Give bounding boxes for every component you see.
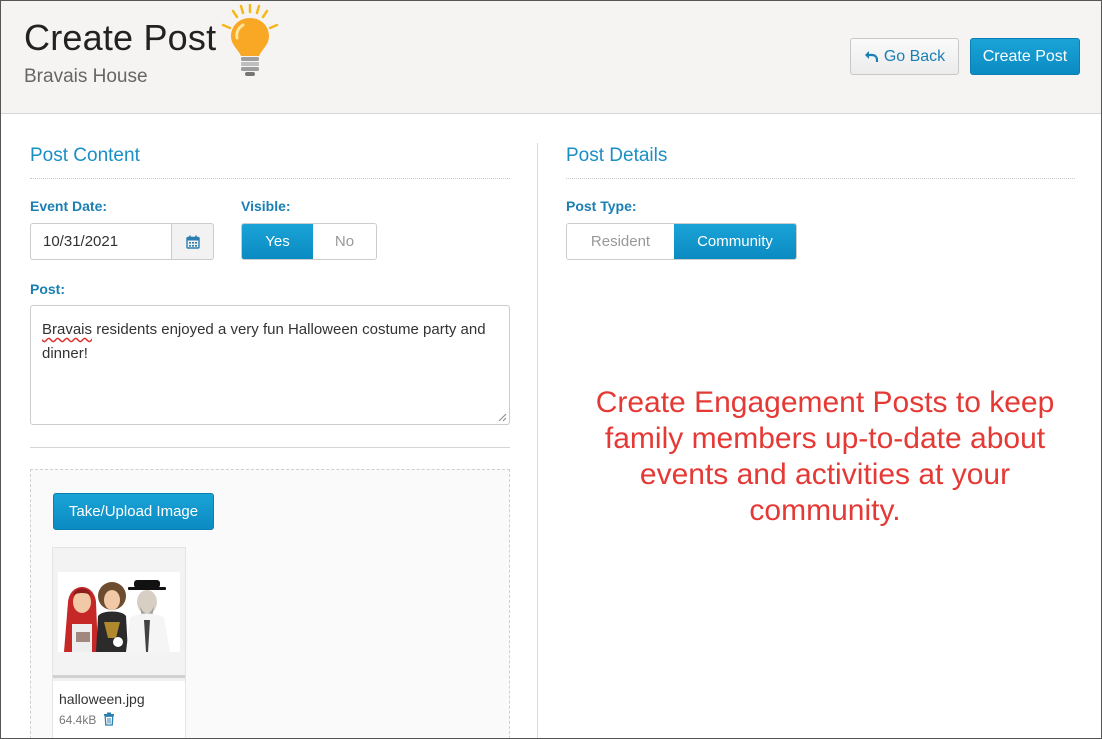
callout-annotation: Create Engagement Posts to keep family m… — [595, 386, 1055, 527]
file-name: halloween.jpg — [59, 691, 145, 707]
resize-grip-icon[interactable] — [498, 413, 507, 422]
visible-toggle: Yes No — [241, 223, 377, 260]
trash-icon[interactable] — [103, 712, 115, 726]
event-date-value: 10/31/2021 — [43, 233, 119, 250]
calendar-button[interactable] — [171, 223, 214, 260]
create-post-label: Create Post — [982, 47, 1068, 65]
post-type-resident-option[interactable]: Resident — [567, 224, 674, 259]
lightbulb-icon — [221, 3, 279, 76]
page-subtitle: Bravais House — [24, 66, 148, 87]
section-divider — [566, 178, 1075, 179]
post-type-toggle: Resident Community — [566, 223, 797, 260]
app-frame: Create Post Bravais House Go Back Create… — [0, 0, 1102, 739]
visible-label: Visible: — [241, 198, 291, 214]
post-details-title: Post Details — [566, 145, 668, 166]
event-date-label: Event Date: — [30, 198, 108, 214]
post-content-title: Post Content — [30, 145, 140, 166]
image-thumbnail-card: halloween.jpg 64.4kB — [52, 547, 186, 738]
post-type-label: Post Type: — [566, 198, 637, 214]
file-size: 64.4kB — [59, 713, 97, 727]
page-header: Create Post Bravais House Go Back Create… — [1, 1, 1101, 114]
create-post-button[interactable]: Create Post — [970, 38, 1080, 75]
post-type-community-option[interactable]: Community — [674, 224, 796, 259]
page-title: Create Post — [24, 17, 217, 58]
misspelled-word: Bravais — [42, 321, 93, 338]
go-back-button[interactable]: Go Back — [850, 38, 959, 75]
post-text: residents enjoyed a very fun Halloween c… — [42, 321, 486, 362]
content-divider — [30, 447, 510, 448]
post-label: Post: — [30, 281, 65, 297]
go-back-label: Go Back — [883, 47, 946, 65]
section-divider — [30, 178, 510, 179]
undo-arrow-icon — [864, 51, 878, 62]
visible-no-option[interactable]: No — [313, 224, 376, 259]
post-textarea[interactable]: Bravais residents enjoyed a very fun Hal… — [30, 305, 510, 425]
thumbnail-frame — [53, 548, 185, 678]
thumbnail-info: halloween.jpg 64.4kB — [53, 681, 185, 738]
column-divider — [537, 143, 538, 738]
costume-party-photo — [58, 572, 180, 652]
upload-image-label: Take/Upload Image — [68, 503, 199, 520]
calendar-icon — [185, 235, 200, 249]
visible-yes-option[interactable]: Yes — [242, 224, 313, 259]
upload-image-button[interactable]: Take/Upload Image — [53, 493, 214, 530]
event-date-input[interactable]: 10/31/2021 — [30, 223, 171, 260]
